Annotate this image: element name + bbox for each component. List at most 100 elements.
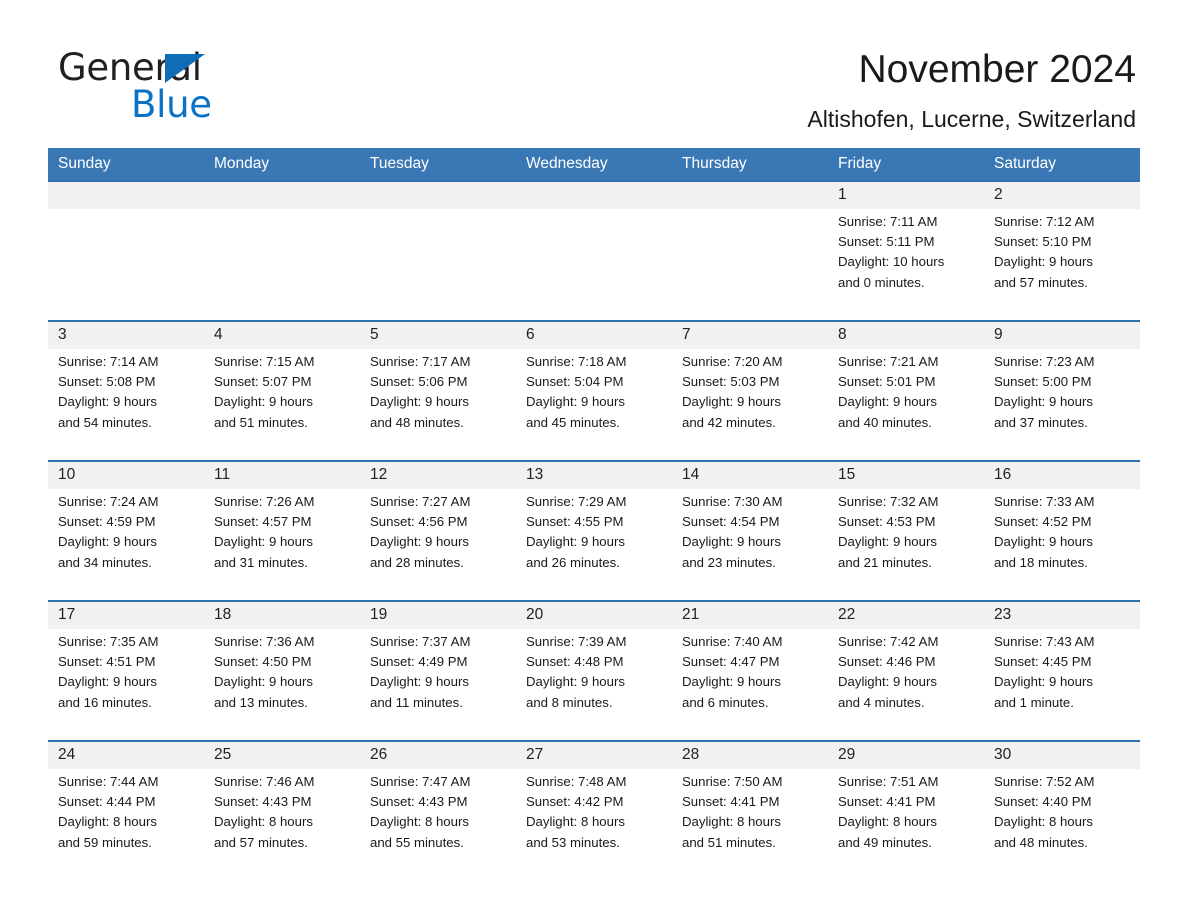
day-number[interactable]: 10 xyxy=(48,460,204,489)
day-number[interactable]: 1 xyxy=(828,180,984,209)
day-cell[interactable]: Sunrise: 7:42 AM Sunset: 4:46 PM Dayligh… xyxy=(828,629,984,728)
day-cell[interactable]: Sunrise: 7:52 AM Sunset: 4:40 PM Dayligh… xyxy=(984,769,1140,868)
day-number[interactable]: 11 xyxy=(204,460,360,489)
day-number[interactable]: 26 xyxy=(360,740,516,769)
day-cell[interactable]: Sunrise: 7:39 AM Sunset: 4:48 PM Dayligh… xyxy=(516,629,672,728)
day-number[interactable]: 24 xyxy=(48,740,204,769)
day-number[interactable]: 7 xyxy=(672,320,828,349)
page-title: November 2024 xyxy=(858,48,1137,91)
day-cell[interactable]: Sunrise: 7:17 AM Sunset: 5:06 PM Dayligh… xyxy=(360,349,516,448)
day-cell[interactable]: Sunrise: 7:15 AM Sunset: 5:07 PM Dayligh… xyxy=(204,349,360,448)
day-cell[interactable]: Sunrise: 7:27 AM Sunset: 4:56 PM Dayligh… xyxy=(360,489,516,588)
day-cell[interactable]: Sunrise: 7:47 AM Sunset: 4:43 PM Dayligh… xyxy=(360,769,516,868)
day-number[interactable]: 8 xyxy=(828,320,984,349)
title-block: November 2024 Altishofen, Lucerne, Switz… xyxy=(807,46,1136,136)
day-number[interactable]: 29 xyxy=(828,740,984,769)
day-number[interactable]: 30 xyxy=(984,740,1140,769)
day-number[interactable]: 13 xyxy=(516,460,672,489)
day-cell[interactable]: Sunrise: 7:44 AM Sunset: 4:44 PM Dayligh… xyxy=(48,769,204,868)
day-cell[interactable]: Sunrise: 7:30 AM Sunset: 4:54 PM Dayligh… xyxy=(672,489,828,588)
day-number[interactable]: 14 xyxy=(672,460,828,489)
day-number[interactable] xyxy=(360,180,516,209)
daylight-text-1: Daylight: 9 hours xyxy=(58,674,157,690)
day-number[interactable]: 9 xyxy=(984,320,1140,349)
day-number[interactable] xyxy=(48,180,204,209)
day-cell[interactable]: Sunrise: 7:40 AM Sunset: 4:47 PM Dayligh… xyxy=(672,629,828,728)
dow-header-tuesday: Tuesday xyxy=(360,148,516,181)
day-cell[interactable]: Sunrise: 7:20 AM Sunset: 5:03 PM Dayligh… xyxy=(672,349,828,448)
day-cell[interactable]: Sunrise: 7:12 AM Sunset: 5:10 PM Dayligh… xyxy=(984,209,1140,308)
day-number[interactable] xyxy=(204,180,360,209)
sunset-text: Sunset: 4:51 PM xyxy=(58,654,156,670)
day-cell[interactable]: Sunrise: 7:23 AM Sunset: 5:00 PM Dayligh… xyxy=(984,349,1140,448)
day-cell[interactable] xyxy=(48,209,204,308)
day-cell[interactable]: Sunrise: 7:48 AM Sunset: 4:42 PM Dayligh… xyxy=(516,769,672,868)
day-number[interactable]: 2 xyxy=(984,180,1140,209)
day-number[interactable]: 19 xyxy=(360,600,516,629)
day-cell[interactable]: Sunrise: 7:32 AM Sunset: 4:53 PM Dayligh… xyxy=(828,489,984,588)
day-cell[interactable]: Sunrise: 7:33 AM Sunset: 4:52 PM Dayligh… xyxy=(984,489,1140,588)
day-number[interactable]: 20 xyxy=(516,600,672,629)
day-cell[interactable]: Sunrise: 7:43 AM Sunset: 4:45 PM Dayligh… xyxy=(984,629,1140,728)
day-number[interactable]: 27 xyxy=(516,740,672,769)
week-row-1-details: Sunrise: 7:11 AM Sunset: 5:11 PM Dayligh… xyxy=(48,209,1140,308)
day-number[interactable] xyxy=(516,180,672,209)
week-row-2-numbers: 3 4 5 6 7 8 9 xyxy=(48,320,1140,349)
daylight-text-1: Daylight: 9 hours xyxy=(994,394,1093,410)
daylight-text-1: Daylight: 9 hours xyxy=(58,394,157,410)
sunset-text: Sunset: 4:55 PM xyxy=(526,514,624,530)
sunset-text: Sunset: 5:08 PM xyxy=(58,374,156,390)
day-cell[interactable]: Sunrise: 7:37 AM Sunset: 4:49 PM Dayligh… xyxy=(360,629,516,728)
sunrise-text: Sunrise: 7:14 AM xyxy=(58,354,159,369)
daylight-text-2: and 0 minutes. xyxy=(838,274,925,290)
daylight-text-1: Daylight: 9 hours xyxy=(370,534,469,550)
sunrise-text: Sunrise: 7:42 AM xyxy=(838,634,939,649)
sunset-text: Sunset: 4:47 PM xyxy=(682,654,780,670)
day-number[interactable]: 18 xyxy=(204,600,360,629)
day-number[interactable]: 22 xyxy=(828,600,984,629)
daylight-text-2: and 40 minutes. xyxy=(838,414,932,430)
day-cell[interactable]: Sunrise: 7:24 AM Sunset: 4:59 PM Dayligh… xyxy=(48,489,204,588)
day-cell[interactable]: Sunrise: 7:14 AM Sunset: 5:08 PM Dayligh… xyxy=(48,349,204,448)
day-number[interactable]: 23 xyxy=(984,600,1140,629)
day-cell[interactable]: Sunrise: 7:46 AM Sunset: 4:43 PM Dayligh… xyxy=(204,769,360,868)
dow-header-saturday: Saturday xyxy=(984,148,1140,181)
day-cell[interactable] xyxy=(672,209,828,308)
sunset-text: Sunset: 5:07 PM xyxy=(214,374,312,390)
brand-name-blue: Blue xyxy=(131,83,212,126)
day-cell[interactable]: Sunrise: 7:18 AM Sunset: 5:04 PM Dayligh… xyxy=(516,349,672,448)
day-cell[interactable]: Sunrise: 7:26 AM Sunset: 4:57 PM Dayligh… xyxy=(204,489,360,588)
day-number[interactable]: 4 xyxy=(204,320,360,349)
day-cell[interactable]: Sunrise: 7:36 AM Sunset: 4:50 PM Dayligh… xyxy=(204,629,360,728)
daylight-text-1: Daylight: 9 hours xyxy=(994,674,1093,690)
day-number[interactable]: 12 xyxy=(360,460,516,489)
day-number[interactable]: 5 xyxy=(360,320,516,349)
day-cell[interactable]: Sunrise: 7:11 AM Sunset: 5:11 PM Dayligh… xyxy=(828,209,984,308)
day-number[interactable]: 15 xyxy=(828,460,984,489)
day-cell[interactable] xyxy=(360,209,516,308)
day-cell[interactable]: Sunrise: 7:29 AM Sunset: 4:55 PM Dayligh… xyxy=(516,489,672,588)
day-number[interactable]: 21 xyxy=(672,600,828,629)
daylight-text-2: and 4 minutes. xyxy=(838,694,925,710)
daylight-text-1: Daylight: 8 hours xyxy=(526,814,625,830)
day-number[interactable]: 3 xyxy=(48,320,204,349)
day-number[interactable]: 25 xyxy=(204,740,360,769)
day-cell[interactable] xyxy=(516,209,672,308)
day-number[interactable]: 28 xyxy=(672,740,828,769)
day-number[interactable]: 6 xyxy=(516,320,672,349)
day-cell[interactable]: Sunrise: 7:51 AM Sunset: 4:41 PM Dayligh… xyxy=(828,769,984,868)
day-cell[interactable]: Sunrise: 7:35 AM Sunset: 4:51 PM Dayligh… xyxy=(48,629,204,728)
daylight-text-2: and 8 minutes. xyxy=(526,694,613,710)
sunrise-text: Sunrise: 7:29 AM xyxy=(526,494,627,509)
calendar-body: 1 2 Sunrise: 7:11 AM Sunset: 5:11 PM Day… xyxy=(48,180,1140,868)
day-number[interactable]: 16 xyxy=(984,460,1140,489)
day-cell[interactable] xyxy=(204,209,360,308)
day-number[interactable]: 17 xyxy=(48,600,204,629)
day-cell[interactable]: Sunrise: 7:21 AM Sunset: 5:01 PM Dayligh… xyxy=(828,349,984,448)
day-number[interactable] xyxy=(672,180,828,209)
sunset-text: Sunset: 4:49 PM xyxy=(370,654,468,670)
sunset-text: Sunset: 4:43 PM xyxy=(370,794,468,810)
day-cell[interactable]: Sunrise: 7:50 AM Sunset: 4:41 PM Dayligh… xyxy=(672,769,828,868)
sunrise-text: Sunrise: 7:51 AM xyxy=(838,774,939,789)
daylight-text-1: Daylight: 9 hours xyxy=(526,674,625,690)
